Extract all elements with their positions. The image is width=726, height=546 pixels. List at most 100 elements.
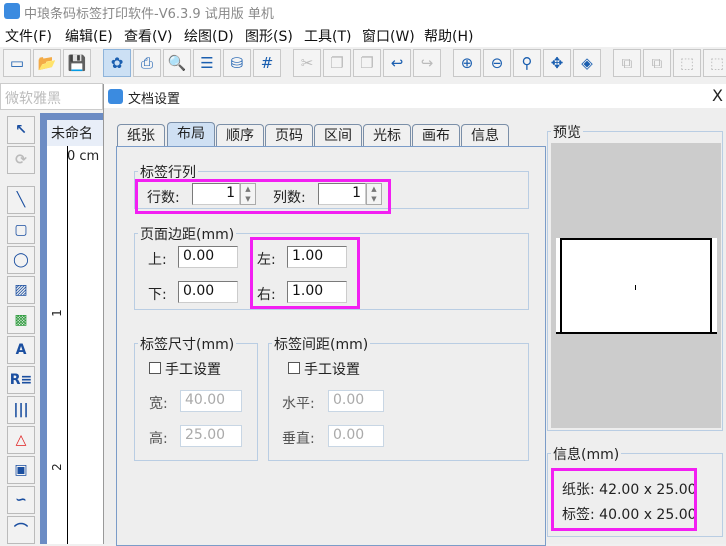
- barcode-icon[interactable]: |||: [7, 396, 35, 424]
- title-bar: 中琅条码标签打印软件-V6.3.9 试用版 单机: [0, 0, 726, 23]
- tab-cursor[interactable]: 光标: [363, 124, 411, 147]
- dialog-title: 文档设置: [128, 92, 181, 107]
- arc-icon[interactable]: ⌒: [7, 516, 35, 544]
- line-icon[interactable]: ╲: [7, 186, 35, 214]
- tab-layout[interactable]: 布局: [167, 122, 215, 147]
- spacing-manual-checkbox[interactable]: [288, 362, 300, 374]
- copy-icon[interactable]: ❐: [323, 49, 351, 77]
- open-icon[interactable]: 📂: [33, 49, 61, 77]
- rich-text-icon[interactable]: R≡: [7, 366, 35, 394]
- tool-palette: ↖ ⟳ ╲ ▢ ◯ ▨ ▩ A R≡ ||| △ ▣ ∽ ⌒: [0, 110, 40, 544]
- horizontal-label: 水平:: [282, 396, 315, 412]
- menu-edit[interactable]: 编辑(E): [65, 26, 113, 46]
- top-margin-label: 上:: [148, 252, 167, 268]
- dialog-logo-icon: [108, 89, 123, 104]
- tab-info[interactable]: 信息: [461, 124, 509, 147]
- settings-icon[interactable]: ✿: [103, 49, 131, 77]
- paste-icon[interactable]: ❐: [353, 49, 381, 77]
- cut-icon[interactable]: ✂: [293, 49, 321, 77]
- size-manual-label: 手工设置: [165, 362, 221, 378]
- ruler-mark-1: 1: [49, 309, 64, 317]
- ungroup-icon[interactable]: ⬚: [703, 49, 726, 77]
- document-tab-label: 未命名: [51, 126, 93, 142]
- shape-icon[interactable]: △: [7, 426, 35, 454]
- menu-draw[interactable]: 绘图(D): [184, 26, 234, 46]
- save-icon[interactable]: 💾: [63, 49, 91, 77]
- bottom-margin-input[interactable]: 0.00: [178, 281, 238, 303]
- width-input[interactable]: 40.00: [180, 390, 242, 412]
- ruler-mark-2: 2: [49, 463, 64, 471]
- grid-icon[interactable]: #: [253, 49, 281, 77]
- dialog-title-bar: 文档设置 X: [104, 84, 726, 108]
- tab-range[interactable]: 区间: [314, 124, 362, 147]
- database-icon[interactable]: ☰: [193, 49, 221, 77]
- menu-window[interactable]: 窗口(W): [362, 26, 415, 46]
- margins-group-label: 页面边距(mm): [138, 224, 237, 244]
- tab-page-number[interactable]: 页码: [265, 124, 313, 147]
- document-tab[interactable]: 未命名: [47, 120, 103, 146]
- highlight-box: [551, 468, 697, 531]
- zoom-in-icon[interactable]: ⊕: [453, 49, 481, 77]
- vertical-label: 垂直:: [282, 431, 315, 447]
- redo-icon[interactable]: ↪: [413, 49, 441, 77]
- bottom-margin-label: 下:: [148, 287, 167, 303]
- app-logo-icon: [4, 3, 20, 19]
- ellipse-icon[interactable]: ◯: [7, 246, 35, 274]
- image-icon[interactable]: ▨: [7, 276, 35, 304]
- align-2-icon[interactable]: ⧉: [643, 49, 671, 77]
- vertical-input[interactable]: 0.00: [328, 425, 384, 447]
- layout-panel: 标签行列 行数: 1 ▲ ▼ 列数: 1 ▲ ▼ 页面边距(mm) 上: 0.00 …: [116, 146, 546, 546]
- preview-area: [551, 143, 721, 428]
- ruler-unit: 0 cm: [67, 149, 100, 164]
- picture-icon[interactable]: ▩: [7, 306, 35, 334]
- menu-tools[interactable]: 工具(T): [304, 26, 351, 46]
- font-select[interactable]: 微软雅黑: [0, 83, 103, 110]
- rounded-rect-icon[interactable]: ▢: [7, 216, 35, 244]
- preview-paper: [556, 238, 717, 334]
- preview-label: 预览: [551, 122, 583, 142]
- menu-help[interactable]: 帮助(H): [424, 26, 473, 46]
- label-spacing-group-label: 标签间距(mm): [272, 334, 371, 354]
- pointer-icon[interactable]: ↖: [7, 116, 35, 144]
- height-input[interactable]: 25.00: [180, 425, 242, 447]
- size-manual-checkbox[interactable]: [149, 362, 161, 374]
- tab-paper[interactable]: 纸张: [117, 124, 165, 147]
- width-label: 宽:: [149, 396, 168, 412]
- print-icon[interactable]: ⎙: [133, 49, 161, 77]
- close-icon[interactable]: X: [712, 86, 723, 105]
- preview-group: 预览: [547, 122, 723, 431]
- spacing-manual-label: 手工设置: [304, 362, 360, 378]
- label-size-group-label: 标签尺寸(mm): [138, 334, 237, 354]
- undo-icon[interactable]: ↩: [383, 49, 411, 77]
- app-title: 中琅条码标签打印软件-V6.3.9 试用版 单机: [24, 7, 274, 22]
- vertical-ruler: 0 cm 1 2: [47, 146, 103, 544]
- document-settings-dialog: 文档设置 X 纸张 布局 顺序 页码 区间 光标 画布 信息 标签行列 行数: …: [103, 84, 726, 546]
- height-label: 高:: [149, 431, 168, 447]
- zoom-fit-icon[interactable]: ⚲: [513, 49, 541, 77]
- database-connect-icon[interactable]: ⛁: [223, 49, 251, 77]
- highlight-box: [135, 179, 391, 214]
- text-icon[interactable]: A: [7, 336, 35, 364]
- print-preview-icon[interactable]: 🔍: [163, 49, 191, 77]
- fit-width-icon[interactable]: ◈: [573, 49, 601, 77]
- tab-order[interactable]: 顺序: [216, 124, 264, 147]
- highlight-box: [250, 237, 360, 309]
- new-icon[interactable]: ▭: [3, 49, 31, 77]
- curve-icon[interactable]: ∽: [7, 486, 35, 514]
- menu-view[interactable]: 查看(V): [124, 26, 173, 46]
- toolbar: ▭ 📂 💾 ✿ ⎙ 🔍 ☰ ⛁ # ✂ ❐ ❐ ↩ ↪ ⊕ ⊖ ⚲ ✥ ◈ ⧉ …: [0, 47, 726, 81]
- menu-shape[interactable]: 图形(S): [245, 26, 293, 46]
- zoom-out-icon[interactable]: ⊖: [483, 49, 511, 77]
- fit-page-icon[interactable]: ✥: [543, 49, 571, 77]
- qrcode-icon[interactable]: ▣: [7, 456, 35, 484]
- preview-label: [560, 238, 712, 332]
- menu-bar: 文件(F) 编辑(E) 查看(V) 绘图(D) 图形(S) 工具(T) 窗口(W…: [0, 23, 726, 47]
- group-icon[interactable]: ⬚: [673, 49, 701, 77]
- menu-file[interactable]: 文件(F): [5, 26, 52, 46]
- rotate-icon[interactable]: ⟳: [7, 146, 35, 174]
- top-margin-input[interactable]: 0.00: [178, 246, 238, 268]
- info-label: 信息(mm): [551, 444, 622, 464]
- tab-canvas[interactable]: 画布: [412, 124, 460, 147]
- align-icon[interactable]: ⧉: [613, 49, 641, 77]
- horizontal-input[interactable]: 0.00: [328, 390, 384, 412]
